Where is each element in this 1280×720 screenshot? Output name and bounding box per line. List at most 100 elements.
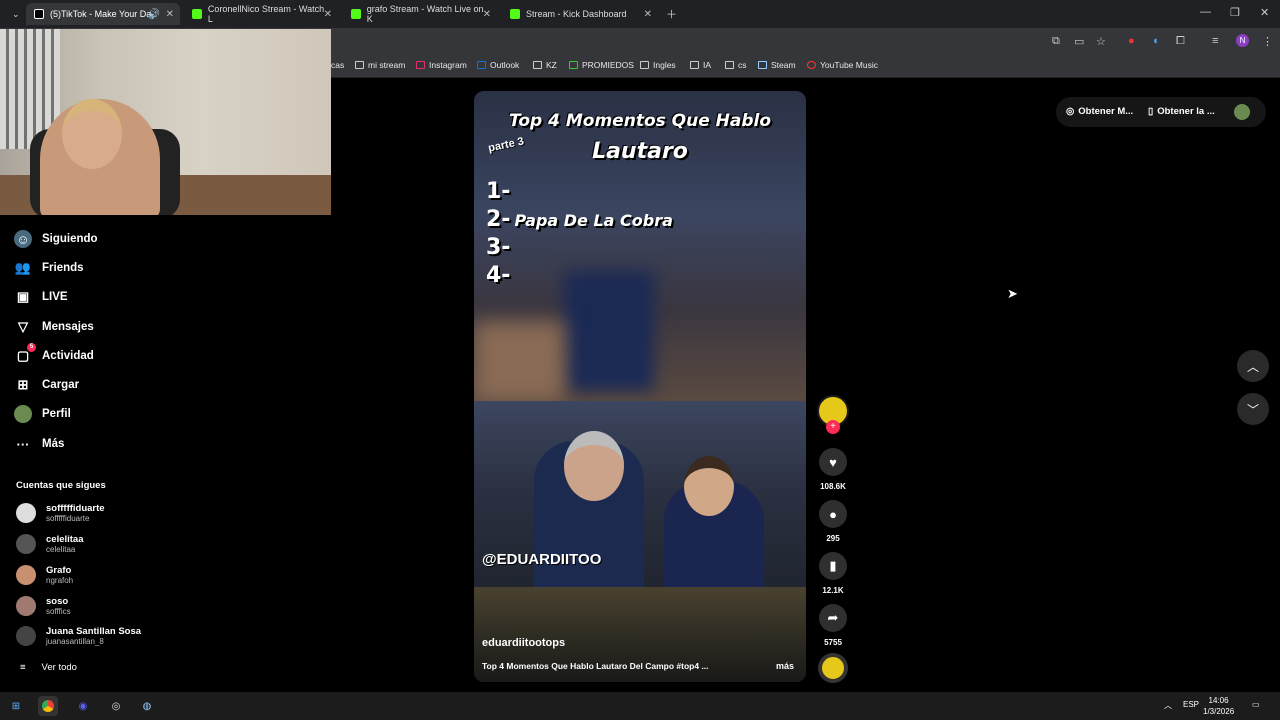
followed-account[interactable]: Juana Santillan Sosa juanasantillan_8: [16, 626, 141, 646]
video-blur: [564, 271, 654, 391]
chevron-up-icon: ︿: [1246, 359, 1259, 374]
bookmark-icon[interactable]: ▮: [819, 552, 847, 580]
account-name: Grafo: [46, 565, 72, 576]
extension-red-icon[interactable]: ●: [1128, 35, 1135, 47]
bookmark-item[interactable]: Outlook: [477, 60, 519, 70]
more-button[interactable]: más: [776, 661, 794, 671]
notifications-icon[interactable]: ▭: [1252, 700, 1260, 709]
followed-account[interactable]: soso sofffics: [16, 596, 71, 616]
media-control-icon[interactable]: ≡: [1212, 35, 1218, 47]
video-player[interactable]: Top 4 Momentos Que Hablo Lautaro parte 3…: [474, 91, 806, 682]
bookmark-item[interactable]: cs: [725, 60, 747, 70]
chrome-icon[interactable]: [38, 696, 58, 716]
video-watermark: @EDUARDIITOO: [482, 551, 602, 568]
close-window-icon[interactable]: ✕: [1260, 6, 1269, 19]
speaker-icon[interactable]: 🔊: [148, 9, 160, 20]
more-icon: ···: [16, 436, 30, 452]
instagram-icon: [416, 61, 425, 69]
get-app-button[interactable]: ▯ Obtener la ...: [1148, 106, 1215, 117]
bookmark-item[interactable]: cas: [331, 60, 344, 70]
sidebar-item-live[interactable]: ▣ LIVE: [14, 288, 68, 306]
minimize-icon[interactable]: —: [1200, 6, 1211, 18]
clock-date: 1/3/2026: [1203, 707, 1235, 716]
translate-icon[interactable]: ⧉: [1052, 35, 1060, 48]
video-person-head: [564, 431, 624, 501]
bookmark-item[interactable]: YouTube Music: [807, 60, 878, 70]
cast-icon[interactable]: ▭: [1074, 35, 1084, 48]
chevron-down-icon: ﹀: [1246, 402, 1259, 417]
sidebar-item-friends[interactable]: 👥 Friends: [14, 259, 84, 277]
tab-kick-dashboard[interactable]: Stream - Kick Dashboard ✕: [502, 3, 658, 25]
account-handle: juanasantillan_8: [46, 637, 104, 646]
restore-icon[interactable]: ❐: [1230, 6, 1240, 19]
bookmark-item[interactable]: KZ: [533, 60, 557, 70]
extension-blue-icon[interactable]: ◖: [1152, 35, 1159, 47]
youtube-music-icon: [807, 61, 816, 69]
close-tab-icon[interactable]: ✕: [324, 9, 332, 20]
video-author[interactable]: eduardiitootops: [482, 637, 565, 649]
save-action[interactable]: ▮ 12.1K: [819, 552, 847, 595]
close-tab-icon[interactable]: ✕: [644, 9, 652, 20]
get-coins-button[interactable]: ◎ Obtener M...: [1066, 106, 1133, 117]
bookmark-item[interactable]: Instagram: [416, 60, 467, 70]
profile-icon: [14, 405, 32, 423]
tab-coronellnico[interactable]: CoronellNico Stream - Watch L ✕: [184, 3, 338, 25]
new-tab-icon[interactable]: ＋: [666, 6, 677, 22]
next-video-button[interactable]: ﹀: [1237, 393, 1269, 425]
language-indicator[interactable]: ESP: [1183, 700, 1199, 709]
get-coins-label: Obtener M...: [1078, 106, 1134, 117]
share-icon[interactable]: ➦: [819, 604, 847, 632]
comment-action[interactable]: ● 295: [819, 500, 847, 543]
windows-start-icon[interactable]: ⊞: [6, 696, 26, 716]
bookmark-item[interactable]: Steam: [758, 60, 796, 70]
follow-plus-icon[interactable]: +: [826, 420, 840, 434]
mouse-cursor-icon: ➤: [1007, 286, 1018, 301]
bookmark-item[interactable]: Ingles: [640, 60, 676, 70]
bookmark-item[interactable]: PROMIEDOS: [569, 60, 634, 70]
tray-chevron-icon[interactable]: ︿: [1164, 700, 1172, 711]
sidebar-item-profile[interactable]: Perfil: [14, 405, 71, 423]
followed-account[interactable]: sofffffiduarte sofffffiduarte: [16, 503, 105, 523]
steam-icon[interactable]: ◍: [137, 696, 157, 716]
video-list-item: 3-: [486, 235, 511, 260]
sidebar-item-upload[interactable]: ⊞ Cargar: [14, 376, 80, 394]
messages-icon: ▽: [18, 319, 28, 334]
live-icon: ▣: [16, 289, 30, 304]
sidebar-item-more[interactable]: ··· Más: [14, 435, 65, 453]
obs-icon[interactable]: ◎: [106, 696, 126, 716]
close-tab-icon[interactable]: ✕: [483, 9, 491, 20]
sidebar-item-activity[interactable]: ▢ 5 Actividad: [14, 343, 94, 365]
sidebar-item-messages[interactable]: ▽ Mensajes: [14, 318, 94, 336]
bookmark-star-icon[interactable]: ☆: [1096, 35, 1106, 48]
comment-icon[interactable]: ●: [819, 500, 847, 528]
see-all-link[interactable]: ≡ Ver todo: [20, 662, 77, 673]
account-handle: sofffffiduarte: [46, 514, 90, 523]
profile-avatar[interactable]: N: [1236, 34, 1249, 47]
music-disc-icon[interactable]: [818, 653, 848, 683]
like-action[interactable]: ♥ 108.6K: [819, 448, 847, 491]
previous-video-button[interactable]: ︿: [1237, 350, 1269, 382]
heart-icon[interactable]: ♥: [819, 448, 847, 476]
extensions-icon[interactable]: ⧠: [1176, 35, 1185, 48]
tab-list-button[interactable]: ⌄: [4, 3, 24, 25]
avatar: [16, 534, 36, 554]
discord-icon[interactable]: ◉: [73, 696, 93, 716]
user-avatar[interactable]: [1234, 104, 1250, 120]
clock-time: 14:06: [1208, 696, 1229, 705]
see-all-label: Ver todo: [41, 662, 77, 673]
sidebar-item-label: Friends: [42, 262, 84, 274]
menu-icon[interactable]: ⋮: [1262, 35, 1273, 48]
sidebar-item-label: LIVE: [42, 291, 68, 303]
account-name: sofffffiduarte: [46, 503, 105, 514]
clock[interactable]: 14:06 1/3/2026: [1203, 695, 1234, 717]
sidebar-item-following[interactable]: ☺ Siguiendo: [14, 230, 98, 248]
followed-account[interactable]: Grafo ngrafoh: [16, 565, 73, 585]
bookmark-item[interactable]: mi stream: [355, 60, 405, 70]
followed-account[interactable]: celelitaa celelitaa: [16, 534, 84, 554]
share-action[interactable]: ➦ 5755: [819, 604, 847, 647]
top-actions-pill: ◎ Obtener M... ▯ Obtener la ...: [1056, 97, 1266, 127]
tab-grafo[interactable]: grafo Stream - Watch Live on K ✕: [343, 3, 497, 25]
bookmark-item[interactable]: IA: [690, 60, 711, 70]
close-tab-icon[interactable]: ✕: [166, 9, 174, 20]
tab-tiktok[interactable]: (5)TikTok - Make Your Day 🔊 ✕: [26, 3, 180, 25]
